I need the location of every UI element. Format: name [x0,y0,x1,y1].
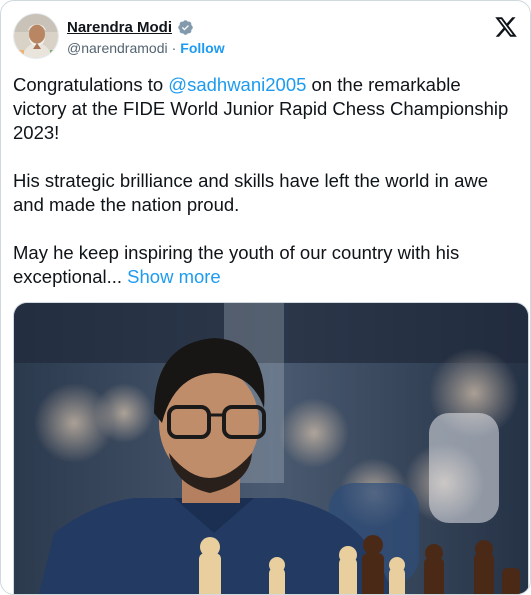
paragraph-2: His strategic brilliance and skills have… [13,170,489,215]
chess-player-photo [14,303,528,594]
tweet-header: Narendra Modi @narendramodi · Follow [13,13,518,61]
tweet-media-photo[interactable] [13,302,529,594]
avatar-image [14,14,58,58]
follow-button[interactable]: Follow [180,40,224,56]
author-handle[interactable]: @narendramodi [67,40,168,56]
tweet-text: Congratulations to @sadhwani2005 on the … [13,73,518,313]
tweet-card: Narendra Modi @narendramodi · Follow Con… [0,0,531,595]
paragraph-1: Congratulations to @sadhwani2005 on the … [13,73,518,145]
p3-text: May he keep inspiring the youth of our c… [13,242,460,287]
paragraph-3: May he keep inspiring the youth of our c… [13,241,518,289]
x-logo-icon[interactable] [494,15,518,39]
author-avatar[interactable] [13,13,59,59]
handle-separator: · [171,40,177,56]
p1-prefix: Congratulations to [13,74,169,95]
verified-badge-icon [178,19,193,35]
show-more-link[interactable]: Show more [127,266,221,287]
mention-link[interactable]: @sadhwani2005 [168,74,306,95]
author-display-name[interactable]: Narendra Modi [67,19,172,36]
